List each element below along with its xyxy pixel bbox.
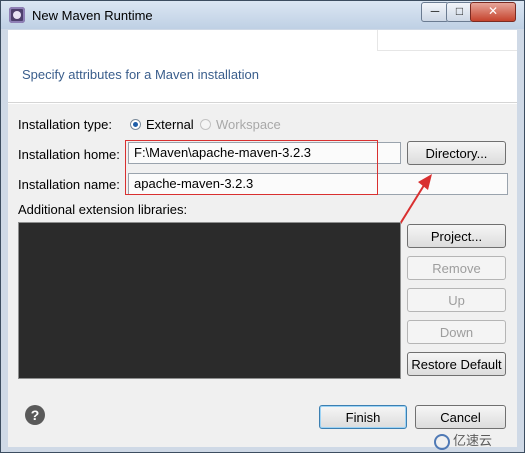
project-button[interactable]: Project...	[407, 224, 506, 248]
title-area: Specify attributes for a Maven installat…	[8, 30, 517, 103]
watermark: 亿速云	[434, 430, 524, 450]
watermark-text: 亿速云	[453, 433, 493, 448]
annotation-highlight-box	[125, 140, 378, 195]
workspace-radio[interactable]	[200, 119, 211, 130]
remove-button[interactable]: Remove	[407, 256, 506, 280]
eclipse-icon	[9, 7, 25, 23]
banner-image-area	[377, 30, 517, 51]
installation-type-label: Installation type:	[18, 117, 112, 132]
extension-libraries-label: Additional extension libraries:	[18, 202, 188, 217]
cancel-button[interactable]: Cancel	[415, 405, 506, 429]
finish-button[interactable]: Finish	[319, 405, 407, 429]
installation-home-label: Installation home:	[18, 147, 120, 162]
dialog-window: New Maven Runtime ─ □ ✕ Specify attribut…	[0, 0, 525, 453]
external-radio-label[interactable]: External	[146, 117, 194, 132]
installation-name-label: Installation name:	[18, 177, 120, 192]
minimize-button[interactable]: ─	[421, 2, 449, 22]
dialog-body: Specify attributes for a Maven installat…	[8, 30, 517, 447]
watermark-logo-icon	[434, 433, 450, 450]
restore-default-button[interactable]: Restore Default	[407, 352, 506, 376]
extension-libraries-list[interactable]	[18, 222, 401, 379]
external-radio[interactable]	[130, 119, 141, 130]
window-title: New Maven Runtime	[32, 8, 153, 23]
up-button[interactable]: Up	[407, 288, 506, 312]
banner-message: Specify attributes for a Maven installat…	[22, 67, 260, 82]
separator	[8, 103, 517, 104]
down-button[interactable]: Down	[407, 320, 506, 344]
help-icon[interactable]: ?	[25, 405, 45, 425]
directory-button[interactable]: Directory...	[407, 141, 506, 165]
maximize-button[interactable]: □	[446, 2, 473, 22]
workspace-radio-label: Workspace	[216, 117, 281, 132]
title-bar[interactable]: New Maven Runtime ─ □ ✕	[1, 1, 524, 29]
close-button[interactable]: ✕	[470, 2, 516, 22]
